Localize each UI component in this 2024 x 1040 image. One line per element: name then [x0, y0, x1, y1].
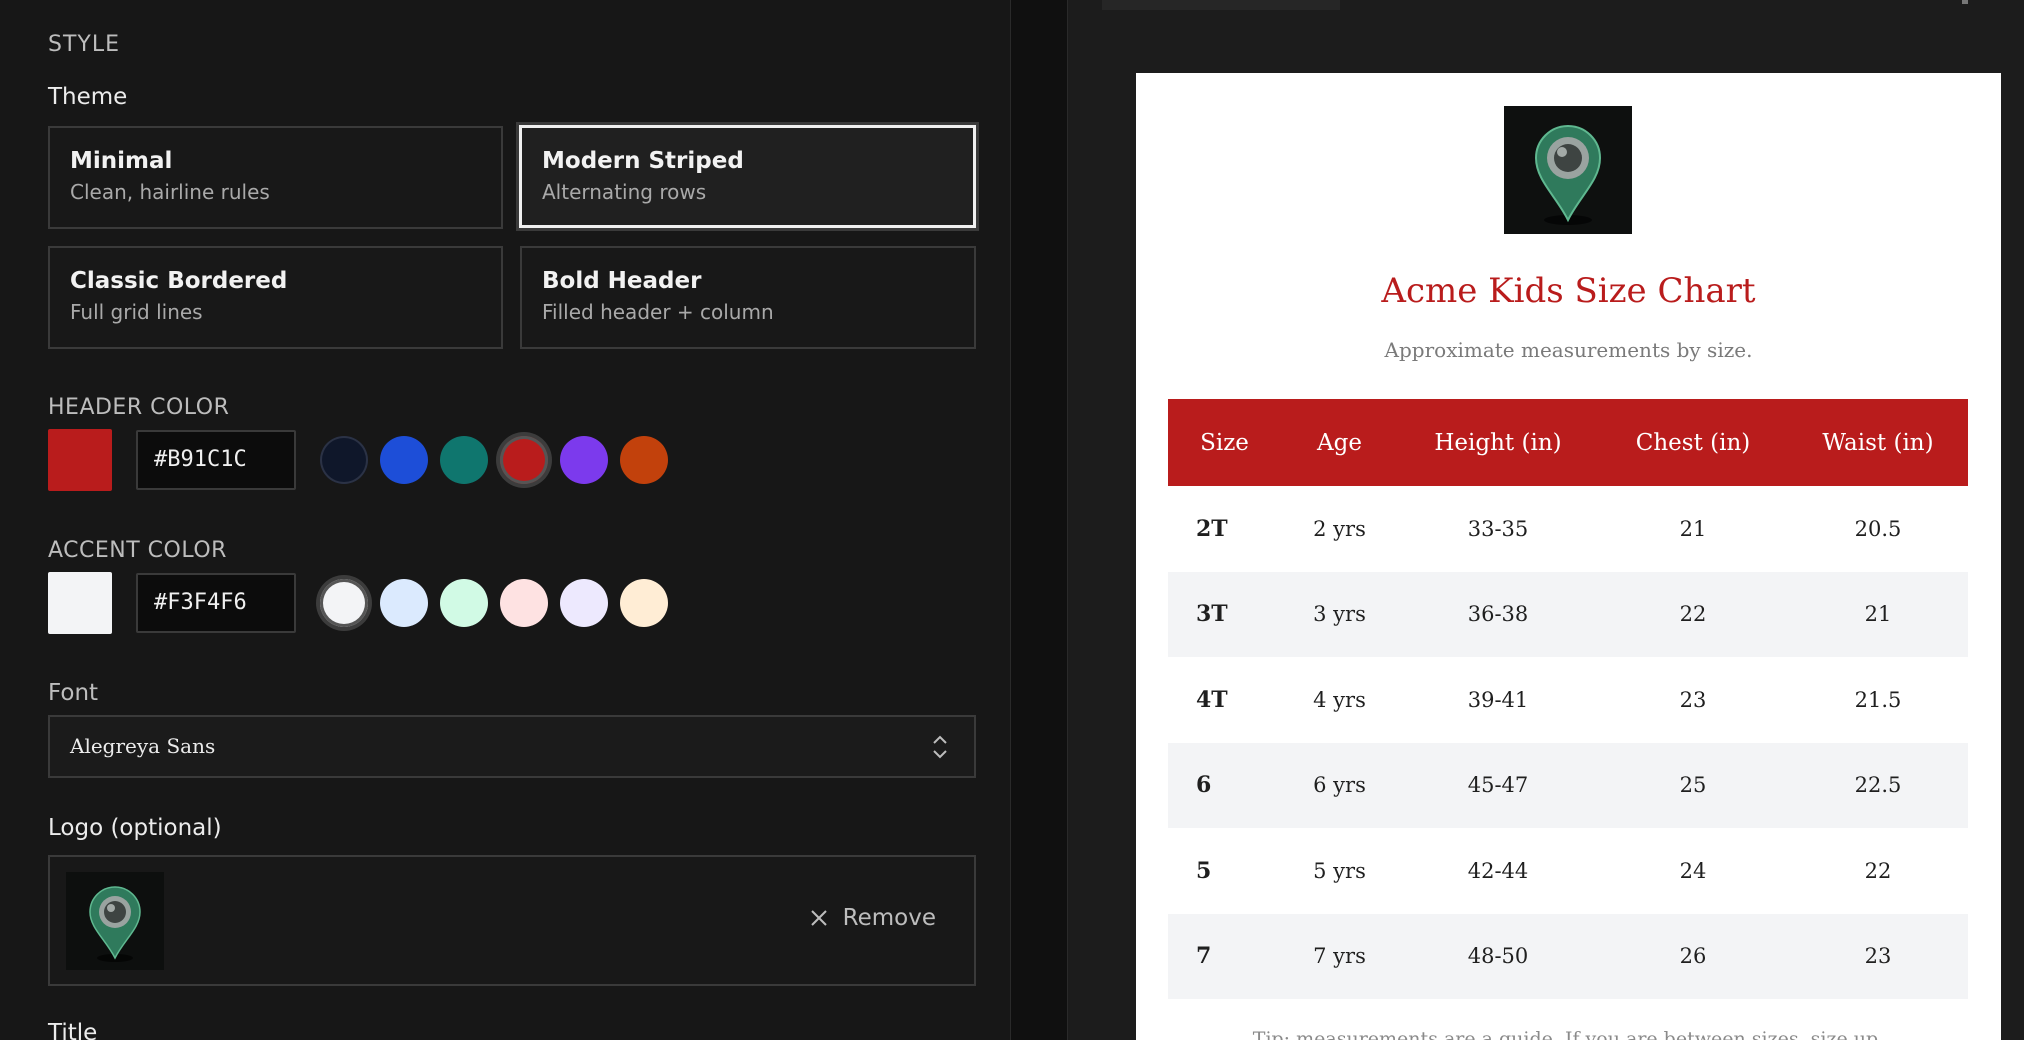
table-cell: 4T [1196, 686, 1228, 713]
close-icon [810, 910, 827, 926]
accent-preset-gray[interactable] [320, 579, 368, 627]
accent-preset-peach[interactable] [620, 579, 668, 627]
table-cell: 4 yrs [1313, 687, 1366, 712]
theme-name: Minimal [70, 148, 173, 174]
table-cell: 24 [1679, 858, 1707, 883]
map-pin-icon [89, 886, 141, 962]
header-preset-purple[interactable] [560, 436, 608, 484]
column-header: Waist (in) [1788, 399, 1968, 486]
accent-color-hex-input[interactable]: #F3F4F6 [136, 573, 296, 633]
table-cell: 26 [1598, 913, 1788, 999]
remove-logo-button[interactable]: Remove [809, 905, 936, 931]
accent-preset-pink[interactable] [500, 579, 548, 627]
size-table: Size Age Height (in) Chest (in) Waist (i… [1168, 399, 1968, 999]
header-preset-orange[interactable] [620, 436, 668, 484]
table-cell: 23 [1679, 687, 1707, 712]
column-header: Height (in) [1398, 399, 1598, 486]
table-cell: 21 [1788, 571, 1968, 657]
preview-title: Acme Kids Size Chart [1381, 271, 1756, 311]
preview-tab[interactable] [1102, 0, 1340, 10]
header-preset-red[interactable] [500, 436, 548, 484]
header-color-hex-input[interactable]: #B91C1C [136, 430, 296, 490]
table-cell: 6 yrs [1281, 742, 1398, 828]
header-color-label: HEADER COLOR [48, 395, 230, 420]
theme-option-bold-header[interactable]: Bold Header Filled header + column [520, 246, 976, 349]
header-preset-blue[interactable] [380, 436, 428, 484]
table-cell: 5 [1196, 857, 1212, 884]
toolbar-icon[interactable] [1962, 0, 1968, 4]
remove-label: Remove [842, 905, 936, 931]
table-row: 7 7 yrs 48-50 26 23 [1168, 913, 1968, 999]
accent-color-swatch[interactable] [48, 572, 112, 634]
accent-preset-lavender[interactable] [560, 579, 608, 627]
column-header: Age [1281, 399, 1398, 486]
panel-divider[interactable] [1010, 0, 1068, 1040]
theme-description: Filled header + column [542, 300, 774, 324]
theme-option-minimal[interactable]: Minimal Clean, hairline rules [48, 126, 503, 229]
table-cell: 20.5 [1854, 516, 1902, 541]
table-cell: 39-41 [1467, 687, 1529, 712]
font-select[interactable]: Alegreya Sans [48, 715, 976, 778]
logo-upload-area[interactable]: Remove [48, 855, 976, 986]
table-cell: 5 yrs [1313, 858, 1366, 883]
settings-panel: STYLE Theme Minimal Clean, hairline rule… [0, 0, 1010, 1040]
table-cell: 33-35 [1467, 516, 1529, 541]
theme-option-modern-striped[interactable]: Modern Striped Alternating rows [519, 125, 976, 228]
table-row: 2T 2 yrs 33-35 21 20.5 [1168, 486, 1968, 572]
table-cell: 21 [1679, 516, 1707, 541]
table-cell: 7 [1168, 913, 1281, 999]
table-cell: 48-50 [1398, 913, 1598, 999]
logo-thumbnail [66, 872, 164, 970]
map-pin-icon [1534, 125, 1602, 225]
table-cell: 21.5 [1854, 687, 1902, 712]
table-row: 4T 4 yrs 39-41 23 21.5 [1168, 657, 1968, 743]
table-cell: 22 [1864, 858, 1892, 883]
chevron-up-down-icon [933, 735, 947, 759]
table-cell: 22.5 [1788, 742, 1968, 828]
table-row: 5 5 yrs 42-44 24 22 [1168, 828, 1968, 914]
table-cell: 36-38 [1398, 571, 1598, 657]
preview-logo [1504, 106, 1632, 234]
table-row: 6 6 yrs 45-47 25 22.5 [1168, 742, 1968, 828]
table-cell: 2 yrs [1313, 516, 1366, 541]
preview-pane: Acme Kids Size Chart Approximate measure… [1068, 0, 2024, 1040]
table-cell: 42-44 [1467, 858, 1529, 883]
table-row: 3T 3 yrs 36-38 22 21 [1168, 571, 1968, 657]
font-label: Font [48, 680, 99, 706]
theme-name: Classic Bordered [70, 268, 288, 294]
header-color-swatch[interactable] [48, 429, 112, 491]
table-cell: 7 yrs [1281, 913, 1398, 999]
table-cell: 25 [1598, 742, 1788, 828]
table-cell: 6 [1168, 742, 1281, 828]
font-select-value: Alegreya Sans [70, 734, 216, 758]
table-header-row: Size Age Height (in) Chest (in) Waist (i… [1168, 399, 1968, 486]
theme-option-classic-bordered[interactable]: Classic Bordered Full grid lines [48, 246, 503, 349]
column-header: Size [1168, 399, 1281, 486]
accent-color-label: ACCENT COLOR [48, 538, 227, 563]
preview-footnote: Tip: measurements are a guide. If you ar… [1252, 1028, 1885, 1040]
logo-label: Logo (optional) [48, 815, 222, 841]
table-cell: 23 [1788, 913, 1968, 999]
table-cell: 45-47 [1398, 742, 1598, 828]
theme-name: Modern Striped [542, 148, 744, 174]
theme-description: Clean, hairline rules [70, 180, 270, 204]
header-preset-navy[interactable] [320, 436, 368, 484]
table-cell: 3T [1168, 571, 1281, 657]
title-label: Title [48, 1020, 98, 1040]
section-title-style: STYLE [48, 32, 120, 57]
table-cell: 3 yrs [1281, 571, 1398, 657]
preview-subtitle: Approximate measurements by size. [1384, 338, 1753, 362]
theme-description: Full grid lines [70, 300, 203, 324]
table-cell: 2T [1196, 515, 1228, 542]
column-header: Chest (in) [1598, 399, 1788, 486]
accent-preset-green[interactable] [440, 579, 488, 627]
accent-preset-blue[interactable] [380, 579, 428, 627]
theme-name: Bold Header [542, 268, 702, 294]
table-cell: 22 [1598, 571, 1788, 657]
theme-label: Theme [48, 84, 128, 110]
header-preset-teal[interactable] [440, 436, 488, 484]
size-chart-preview: Acme Kids Size Chart Approximate measure… [1136, 73, 2001, 1040]
theme-description: Alternating rows [542, 180, 707, 204]
